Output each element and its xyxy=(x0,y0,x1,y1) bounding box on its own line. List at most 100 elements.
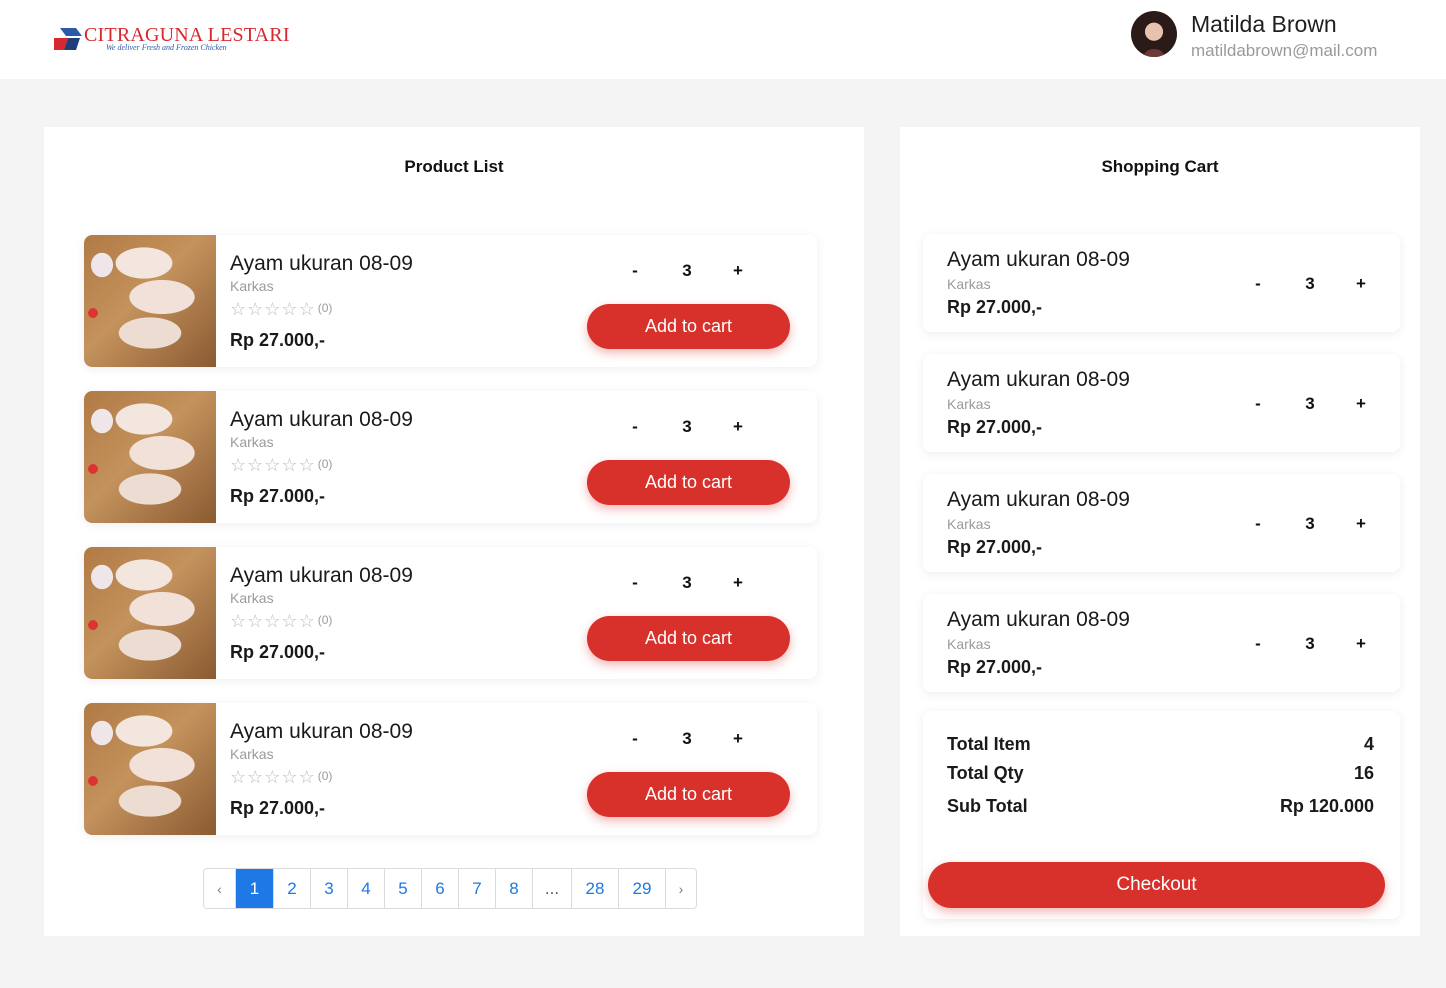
star-icon: ☆ xyxy=(298,611,316,631)
page-link-28[interactable]: 28 xyxy=(571,869,618,908)
qty-decrease-button[interactable]: - xyxy=(623,573,647,593)
star-icon: ☆ xyxy=(298,767,316,787)
star-icon: ☆ xyxy=(230,767,248,787)
qty-decrease-button[interactable]: - xyxy=(623,417,647,437)
qty-increase-button[interactable]: + xyxy=(1349,394,1373,414)
sub-total-label: Sub Total xyxy=(947,796,1028,816)
cart-item-category: Karkas xyxy=(947,636,991,652)
cart-item: Ayam ukuran 08-09 Karkas Rp 27.000,- - 3… xyxy=(923,234,1400,332)
product-card: Ayam ukuran 08-09 Karkas ☆☆☆☆☆ (0) Rp 27.… xyxy=(84,703,817,835)
qty-decrease-button[interactable]: - xyxy=(1246,394,1270,414)
total-qty-label: Total Qty xyxy=(947,763,1024,783)
qty-decrease-button[interactable]: - xyxy=(1246,274,1270,294)
page-link-4[interactable]: 4 xyxy=(347,869,384,908)
qty-value: 3 xyxy=(682,261,692,280)
add-to-cart-button[interactable]: Add to cart xyxy=(587,772,790,817)
qty-increase-button[interactable]: + xyxy=(1349,514,1373,534)
add-to-cart-button[interactable]: Add to cart xyxy=(587,616,790,661)
page-link-3[interactable]: 3 xyxy=(310,869,347,908)
star-icon: ☆ xyxy=(247,299,265,319)
cart-item-price: Rp 27.000,- xyxy=(947,297,1043,317)
sub-total-row: Sub Total Rp 120.000 xyxy=(947,796,1374,817)
page-link-2[interactable]: 2 xyxy=(273,869,310,908)
star-icon: ☆ xyxy=(298,299,316,319)
qty-increase-button[interactable]: + xyxy=(726,573,750,593)
product-name[interactable]: Ayam ukuran 08-09 xyxy=(230,720,413,744)
pagination-prev-icon[interactable]: ‹ xyxy=(204,869,235,908)
product-price: Rp 27.000,- xyxy=(230,486,326,506)
cart-item-name: Ayam ukuran 08-09 xyxy=(947,248,1130,271)
cart-item-category: Karkas xyxy=(947,276,991,292)
qty-value: 3 xyxy=(1305,514,1315,533)
star-icon: ☆ xyxy=(281,299,299,319)
star-icon: ☆ xyxy=(298,455,316,475)
qty-increase-button[interactable]: + xyxy=(726,261,750,281)
user-email: matildabrown@mail.com xyxy=(1191,41,1378,60)
qty-increase-button[interactable]: + xyxy=(726,729,750,749)
pagination-next-icon[interactable]: › xyxy=(665,869,696,908)
qty-increase-button[interactable]: + xyxy=(1349,274,1373,294)
total-item-row: Total Item 4 xyxy=(947,734,1374,755)
checkout-button[interactable]: Checkout xyxy=(928,862,1385,908)
qty-decrease-button[interactable]: - xyxy=(623,729,647,749)
product-price: Rp 27.000,- xyxy=(230,330,326,350)
star-icon: ☆ xyxy=(281,767,299,787)
star-icon: ☆ xyxy=(247,767,265,787)
page-link-1[interactable]: 1 xyxy=(235,869,273,908)
cart-item-category: Karkas xyxy=(947,396,991,412)
product-name[interactable]: Ayam ukuran 08-09 xyxy=(230,564,413,588)
product-image[interactable] xyxy=(84,391,216,523)
product-image[interactable] xyxy=(84,703,216,835)
cart-item-name: Ayam ukuran 08-09 xyxy=(947,608,1130,631)
rating-count: (0) xyxy=(317,769,333,783)
rating-count: (0) xyxy=(317,457,333,471)
star-icon: ☆ xyxy=(230,611,248,631)
product-image[interactable] xyxy=(84,547,216,679)
qty-increase-button[interactable]: + xyxy=(1349,634,1373,654)
qty-value: 3 xyxy=(1305,394,1315,413)
product-category: Karkas xyxy=(230,434,274,450)
product-name[interactable]: Ayam ukuran 08-09 xyxy=(230,252,413,276)
shopping-cart-title: Shopping Cart xyxy=(1101,157,1219,176)
product-image[interactable] xyxy=(84,235,216,367)
add-to-cart-button[interactable]: Add to cart xyxy=(587,460,790,505)
cart-item-category: Karkas xyxy=(947,516,991,532)
total-item-value: 4 xyxy=(1363,734,1374,754)
cart-item-name: Ayam ukuran 08-09 xyxy=(947,368,1130,391)
product-card: Ayam ukuran 08-09 Karkas ☆☆☆☆☆ (0) Rp 27.… xyxy=(84,235,817,367)
qty-value: 3 xyxy=(682,417,692,436)
qty-decrease-button[interactable]: - xyxy=(1246,634,1270,654)
star-icon: ☆ xyxy=(264,299,282,319)
brand-logo[interactable]: CITRAGUNA LESTARI We deliver Fresh and F… xyxy=(54,24,289,56)
product-name[interactable]: Ayam ukuran 08-09 xyxy=(230,408,413,432)
page-link-8[interactable]: 8 xyxy=(495,869,532,908)
total-qty-row: Total Qty 16 xyxy=(947,763,1374,784)
user-name: Matilda Brown xyxy=(1191,11,1337,37)
page-link-6[interactable]: 6 xyxy=(421,869,458,908)
cart-item-price: Rp 27.000,- xyxy=(947,537,1043,557)
star-icon: ☆ xyxy=(230,299,248,319)
page-link-29[interactable]: 29 xyxy=(618,869,665,908)
page-link-7[interactable]: 7 xyxy=(458,869,495,908)
cart-item: Ayam ukuran 08-09 Karkas Rp 27.000,- - 3… xyxy=(923,354,1400,452)
rating-count: (0) xyxy=(317,301,333,315)
product-list: Ayam ukuran 08-09 Karkas ☆☆☆☆☆ (0) Rp 27.… xyxy=(84,235,817,859)
cart-item: Ayam ukuran 08-09 Karkas Rp 27.000,- - 3… xyxy=(923,594,1400,692)
star-icon: ☆ xyxy=(230,455,248,475)
cart-list: Ayam ukuran 08-09 Karkas Rp 27.000,- - 3… xyxy=(923,234,1400,714)
avatar[interactable] xyxy=(1131,11,1177,57)
star-rating: ☆☆☆☆☆ (0) xyxy=(230,611,332,632)
qty-decrease-button[interactable]: - xyxy=(1246,514,1270,534)
cart-summary: Total Item 4 Total Qty 16 Sub Total Rp 1… xyxy=(923,711,1400,919)
sub-total-value: Rp 120.000 xyxy=(1279,796,1374,816)
qty-increase-button[interactable]: + xyxy=(726,417,750,437)
add-to-cart-button[interactable]: Add to cart xyxy=(587,304,790,349)
pagination: ‹ 1 2 3 4 5 6 7 8 ... 28 29 › xyxy=(203,868,697,909)
star-rating: ☆☆☆☆☆ (0) xyxy=(230,299,332,320)
qty-decrease-button[interactable]: - xyxy=(623,261,647,281)
cart-item-price: Rp 27.000,- xyxy=(947,657,1043,677)
product-card: Ayam ukuran 08-09 Karkas ☆☆☆☆☆ (0) Rp 27.… xyxy=(84,391,817,523)
page-link-5[interactable]: 5 xyxy=(384,869,421,908)
star-icon: ☆ xyxy=(281,611,299,631)
star-rating: ☆☆☆☆☆ (0) xyxy=(230,455,332,476)
